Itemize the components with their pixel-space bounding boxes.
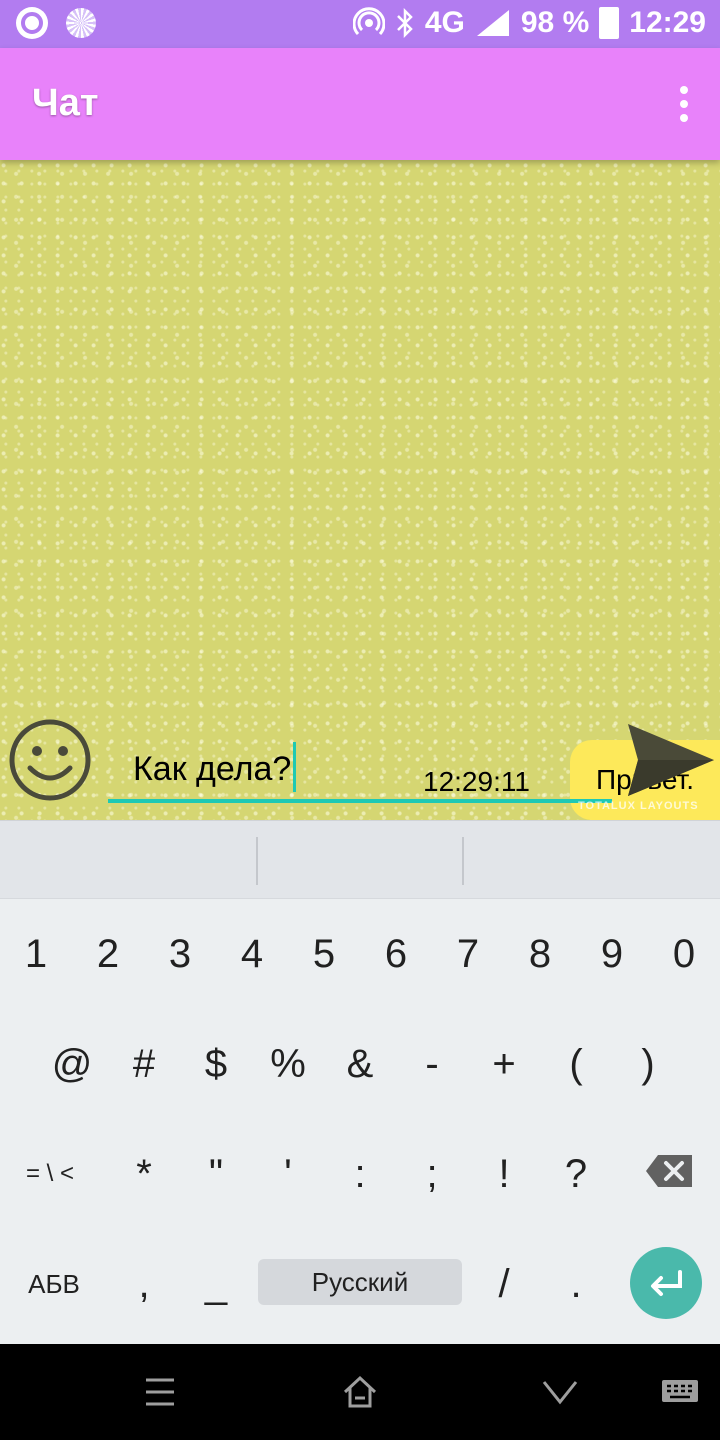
- back-chevron-down-icon[interactable]: [540, 1372, 580, 1412]
- input-underline: [108, 799, 612, 803]
- signal-icon: [476, 10, 509, 36]
- keyboard[interactable]: 1 2 3 4 5 6 7 8 9 0 @ # $ % & - + ( ) = …: [0, 898, 720, 1345]
- key[interactable]: 3: [144, 899, 216, 1009]
- hotspot-icon: [352, 7, 385, 36]
- key[interactable]: ;: [396, 1119, 468, 1229]
- menu-icon[interactable]: [140, 1372, 180, 1412]
- send-button[interactable]: [626, 722, 716, 798]
- key[interactable]: +: [468, 1009, 540, 1119]
- comma-key[interactable]: ,: [108, 1229, 180, 1339]
- text-cursor: [293, 742, 297, 792]
- more-symbols-key[interactable]: = \ <: [0, 1119, 100, 1229]
- enter-icon: [651, 1270, 682, 1296]
- status-time: 12:29: [629, 6, 706, 39]
- navigation-bar: [0, 1344, 720, 1440]
- key[interactable]: ': [252, 1119, 324, 1229]
- app-bar: Чат: [0, 48, 720, 160]
- key[interactable]: %: [252, 1009, 324, 1119]
- suggestion-strip[interactable]: [0, 820, 720, 899]
- watermark: TOTALUX LAYOUTS: [578, 800, 699, 812]
- message-input[interactable]: Как дела?: [133, 742, 297, 792]
- key[interactable]: *: [108, 1119, 180, 1229]
- chat-area[interactable]: 12:29:11 Привет.: [0, 160, 720, 820]
- alphabet-switch-key[interactable]: АБВ: [14, 1229, 94, 1339]
- network-type: 4G: [424, 6, 465, 39]
- key[interactable]: 8: [504, 899, 576, 1009]
- key[interactable]: ): [612, 1009, 684, 1119]
- message-time: 12:29:11: [423, 766, 530, 797]
- bluetooth-icon: [396, 8, 413, 38]
- enter-key[interactable]: [630, 1247, 702, 1319]
- key[interactable]: (: [540, 1009, 612, 1119]
- battery-icon: [599, 7, 620, 39]
- battery-percent: 98 %: [520, 6, 590, 39]
- key[interactable]: $: [180, 1009, 252, 1119]
- key[interactable]: ": [180, 1119, 252, 1229]
- key[interactable]: 6: [360, 899, 432, 1009]
- page-title: Чат: [32, 82, 99, 124]
- slash-key[interactable]: /: [468, 1229, 540, 1339]
- key[interactable]: 4: [216, 899, 288, 1009]
- key[interactable]: 0: [648, 899, 720, 1009]
- key[interactable]: -: [396, 1009, 468, 1119]
- key[interactable]: &: [324, 1009, 396, 1119]
- key[interactable]: @: [36, 1009, 108, 1119]
- home-icon[interactable]: [340, 1372, 380, 1412]
- key[interactable]: 1: [0, 899, 72, 1009]
- key[interactable]: !: [468, 1119, 540, 1229]
- key[interactable]: 2: [72, 899, 144, 1009]
- keyboard-row-numbers: 1 2 3 4 5 6 7 8 9 0: [0, 899, 720, 1009]
- emoji-button[interactable]: [8, 718, 92, 802]
- key[interactable]: :: [324, 1119, 396, 1229]
- keyboard-row-symbols-2: = \ < * " ' : ; ! ?: [0, 1119, 720, 1229]
- key[interactable]: 7: [432, 899, 504, 1009]
- keyboard-switch-icon[interactable]: [660, 1372, 700, 1412]
- key[interactable]: #: [108, 1009, 180, 1119]
- period-key[interactable]: .: [540, 1229, 612, 1339]
- brightness-icon: [66, 8, 96, 38]
- underscore-key[interactable]: _: [180, 1229, 252, 1339]
- record-icon: [16, 7, 48, 39]
- message-input-value: Как дела?: [133, 750, 292, 788]
- backspace-key[interactable]: [644, 1153, 694, 1189]
- more-vert-icon: [680, 86, 688, 94]
- space-key[interactable]: Русский: [258, 1259, 462, 1305]
- status-bar: 4G 98 % 12:29: [0, 0, 720, 48]
- key[interactable]: 9: [576, 899, 648, 1009]
- overflow-menu-button[interactable]: [678, 86, 690, 122]
- key[interactable]: 5: [288, 899, 360, 1009]
- key[interactable]: ?: [540, 1119, 612, 1229]
- keyboard-row-symbols-1: @ # $ % & - + ( ): [0, 1009, 720, 1119]
